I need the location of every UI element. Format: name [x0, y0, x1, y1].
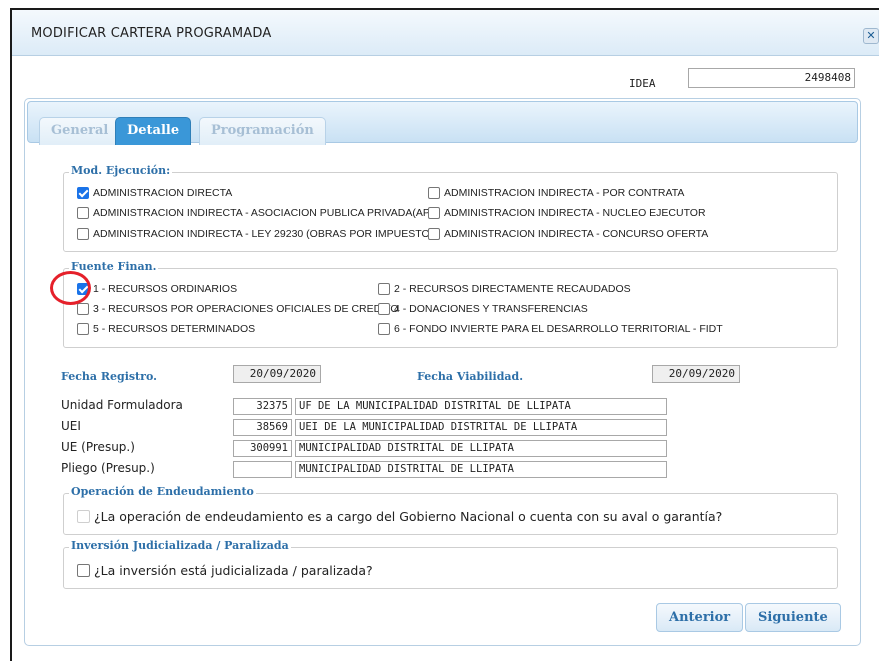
ue-presup-code[interactable]: 300991 [233, 440, 292, 457]
close-icon[interactable]: ✕ [863, 28, 879, 44]
checkbox[interactable] [378, 323, 390, 335]
fuente-finan-legend: Fuente Finan. [69, 260, 159, 273]
endeudamiento-question: ¿La operación de endeudamiento es a carg… [94, 509, 723, 524]
anterior-button[interactable]: Anterior [656, 603, 744, 632]
pliego-presup-name[interactable]: MUNICIPALIDAD DISTRITAL DE LLIPATA [295, 461, 667, 478]
idea-field[interactable]: 2498408 [688, 68, 855, 88]
unidad-formuladora-name[interactable]: UF DE LA MUNICIPALIDAD DISTRITAL DE LLIP… [295, 398, 667, 415]
endeudamiento-option[interactable]: ¿La operación de endeudamiento es a carg… [77, 509, 722, 524]
modal-titlebar: MODIFICAR CARTERA PROGRAMADA ✕ [12, 10, 879, 56]
pliego-presup-label: Pliego (Presup.) [61, 461, 155, 475]
option-label: 2 - RECURSOS DIRECTAMENTE RECAUDADOS [394, 283, 631, 295]
ue-presup-label: UE (Presup.) [61, 440, 135, 454]
uei-code[interactable]: 38569 [233, 419, 292, 436]
tab-detalle[interactable]: Detalle [115, 117, 192, 145]
checkbox[interactable] [428, 207, 440, 219]
option-label: 4 - DONACIONES Y TRANSFERENCIAS [394, 303, 588, 315]
fecha-registro-field[interactable]: 20/09/2020 [233, 365, 321, 383]
checkbox[interactable] [77, 187, 89, 199]
idea-label: IDEA [629, 77, 656, 90]
pliego-presup-code[interactable] [233, 461, 292, 478]
option-concurso-oferta[interactable]: ADMINISTRACION INDIRECTA - CONCURSO OFER… [428, 228, 708, 240]
checkbox[interactable] [378, 303, 390, 315]
checkbox[interactable] [77, 510, 90, 523]
option-label: 5 - RECURSOS DETERMINADOS [93, 323, 256, 335]
checkbox[interactable] [77, 323, 89, 335]
checkbox[interactable] [77, 564, 90, 577]
fecha-viabilidad-field[interactable]: 20/09/2020 [652, 365, 740, 383]
option-label: ADMINISTRACION INDIRECTA - POR CONTRATA [444, 187, 685, 199]
checkbox[interactable] [77, 303, 89, 315]
highlight-circle [50, 271, 91, 305]
option-donaciones[interactable]: 4 - DONACIONES Y TRANSFERENCIAS [378, 303, 588, 315]
option-recursos-determinados[interactable]: 5 - RECURSOS DETERMINADOS [77, 323, 255, 335]
mod-ejecucion-legend: Mod. Ejecución: [69, 164, 173, 177]
tab-general[interactable]: General [39, 117, 121, 145]
option-label: ADMINISTRACION INDIRECTA - CONCURSO OFER… [444, 228, 709, 240]
checkbox[interactable] [428, 228, 440, 240]
ue-presup-name[interactable]: MUNICIPALIDAD DISTRITAL DE LLIPATA [295, 440, 667, 457]
modal-title: MODIFICAR CARTERA PROGRAMADA [31, 26, 272, 41]
option-label: 3 - RECURSOS POR OPERACIONES OFICIALES D… [93, 303, 399, 315]
unidad-formuladora-label: Unidad Formuladora [61, 398, 183, 412]
endeudamiento-legend: Operación de Endeudamiento [69, 485, 256, 498]
tab-bar: General Detalle Programación [27, 101, 858, 145]
uei-label: UEI [61, 419, 81, 433]
option-por-contrata[interactable]: ADMINISTRACION INDIRECTA - POR CONTRATA [428, 187, 684, 199]
option-operaciones-credito[interactable]: 3 - RECURSOS POR OPERACIONES OFICIALES D… [77, 303, 399, 315]
judicializada-legend: Inversión Judicializada / Paralizada [69, 539, 291, 552]
option-obras-por-impuestos[interactable]: ADMINISTRACION INDIRECTA - LEY 29230 (OB… [77, 228, 440, 240]
option-label: 6 - FONDO INVIERTE PARA EL DESARROLLO TE… [394, 323, 723, 335]
option-label: ADMINISTRACION INDIRECTA - LEY 29230 (OB… [93, 228, 441, 240]
option-administracion-directa[interactable]: ADMINISTRACION DIRECTA [77, 187, 232, 199]
checkbox[interactable] [378, 283, 390, 295]
option-nucleo-ejecutor[interactable]: ADMINISTRACION INDIRECTA - NUCLEO EJECUT… [428, 207, 706, 219]
judicializada-question: ¿La inversión está judicializada / paral… [94, 563, 373, 578]
option-label: 1 - RECURSOS ORDINARIOS [93, 283, 238, 295]
uei-name[interactable]: UEI DE LA MUNICIPALIDAD DISTRITAL DE LLI… [295, 419, 667, 436]
tab-programacion[interactable]: Programación [199, 117, 326, 145]
checkbox[interactable] [77, 228, 89, 240]
fecha-registro-label: Fecha Registro. [61, 370, 157, 383]
judicializada-option[interactable]: ¿La inversión está judicializada / paral… [77, 563, 373, 578]
siguiente-button[interactable]: Siguiente [745, 603, 841, 632]
fecha-viabilidad-label: Fecha Viabilidad. [417, 370, 524, 383]
option-recursos-ordinarios[interactable]: 1 - RECURSOS ORDINARIOS [77, 283, 237, 295]
checkbox[interactable] [77, 207, 89, 219]
option-label: ADMINISTRACION DIRECTA [93, 187, 233, 199]
option-app[interactable]: ADMINISTRACION INDIRECTA - ASOCIACION PU… [77, 207, 440, 219]
checkbox[interactable] [428, 187, 440, 199]
option-directamente-recaudados[interactable]: 2 - RECURSOS DIRECTAMENTE RECAUDADOS [378, 283, 631, 295]
option-label: ADMINISTRACION INDIRECTA - ASOCIACION PU… [93, 207, 441, 219]
option-fidt[interactable]: 6 - FONDO INVIERTE PARA EL DESARROLLO TE… [378, 323, 723, 335]
unidad-formuladora-code[interactable]: 32375 [233, 398, 292, 415]
option-label: ADMINISTRACION INDIRECTA - NUCLEO EJECUT… [444, 207, 706, 219]
